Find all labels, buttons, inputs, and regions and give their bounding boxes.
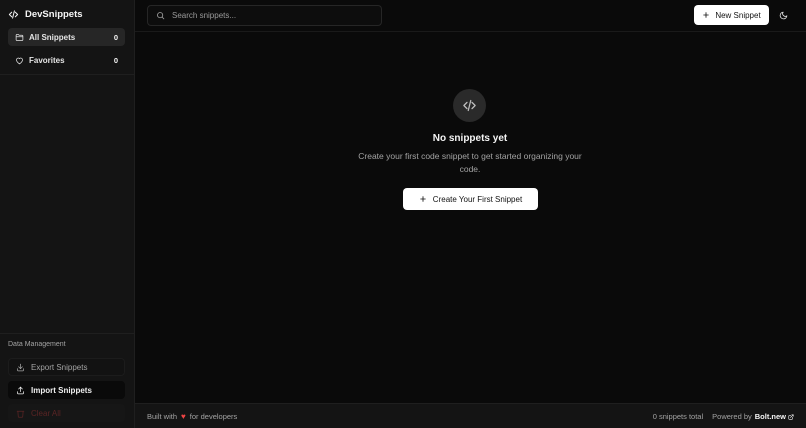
code-icon [463, 99, 476, 112]
sidebar: DevSnippets All Snippets 0 Favorites 0 D… [0, 0, 135, 428]
folder-icon [15, 33, 24, 42]
for-developers-text: for developers [189, 412, 238, 421]
new-snippet-button[interactable]: New Snippet [694, 5, 769, 25]
built-with-text: Built with [147, 412, 178, 421]
snippets-total: 0 snippets total [652, 412, 704, 421]
top-bar: New Snippet [135, 0, 806, 32]
search-icon [157, 12, 165, 20]
sidebar-item-label: All Snippets [29, 32, 76, 42]
empty-state-description: Create your first code snippet to get st… [358, 151, 582, 174]
sidebar-item-all-snippets[interactable]: All Snippets 0 [8, 28, 125, 46]
clear-label: Clear All [31, 408, 61, 418]
upload-icon [16, 386, 25, 395]
sidebar-divider [0, 333, 135, 334]
heart-icon [15, 56, 24, 65]
code-icon [8, 9, 19, 19]
bolt-link[interactable]: Bolt.new [755, 412, 794, 421]
search-input[interactable] [172, 11, 373, 20]
export-label: Export Snippets [31, 362, 88, 372]
theme-toggle-button[interactable] [777, 9, 789, 21]
sidebar-divider [0, 74, 135, 75]
clear-all-button[interactable]: Clear All [8, 404, 125, 422]
snippet-count: 0 [113, 32, 118, 42]
new-snippet-label: New Snippet [715, 10, 761, 20]
import-label: Import Snippets [31, 385, 92, 395]
favorites-count: 0 [113, 55, 118, 65]
search-box[interactable] [147, 5, 382, 26]
empty-state-title: No snippets yet [432, 133, 508, 144]
sidebar-item-favorites[interactable]: Favorites 0 [8, 51, 125, 69]
footer-credits: Built with ♥ for developers [147, 404, 237, 428]
import-snippets-button[interactable]: Import Snippets [8, 381, 125, 399]
empty-state-code-icon [453, 89, 486, 122]
export-snippets-button[interactable]: Export Snippets [8, 358, 125, 376]
download-icon [16, 363, 25, 372]
brand[interactable]: DevSnippets [8, 6, 83, 22]
footer-info: 0 snippets total Powered by Bolt.new [653, 404, 794, 428]
moon-icon [779, 11, 787, 19]
data-management-label: Data Management [8, 341, 66, 348]
bolt-link-label: Bolt.new [754, 412, 786, 421]
create-first-snippet-label: Create Your First Snippet [432, 194, 523, 204]
powered-by-text: Powered by [712, 412, 752, 421]
trash-icon [16, 409, 25, 418]
create-first-snippet-button[interactable]: Create Your First Snippet [403, 188, 538, 210]
brand-name: DevSnippets [25, 8, 83, 20]
sidebar-item-label: Favorites [29, 55, 65, 65]
footer: Built with ♥ for developers 0 snippets t… [135, 403, 806, 428]
plus-icon [703, 12, 710, 18]
heart-icon: ♥ [181, 412, 186, 421]
external-link-icon [788, 413, 794, 420]
plus-icon [420, 196, 426, 202]
